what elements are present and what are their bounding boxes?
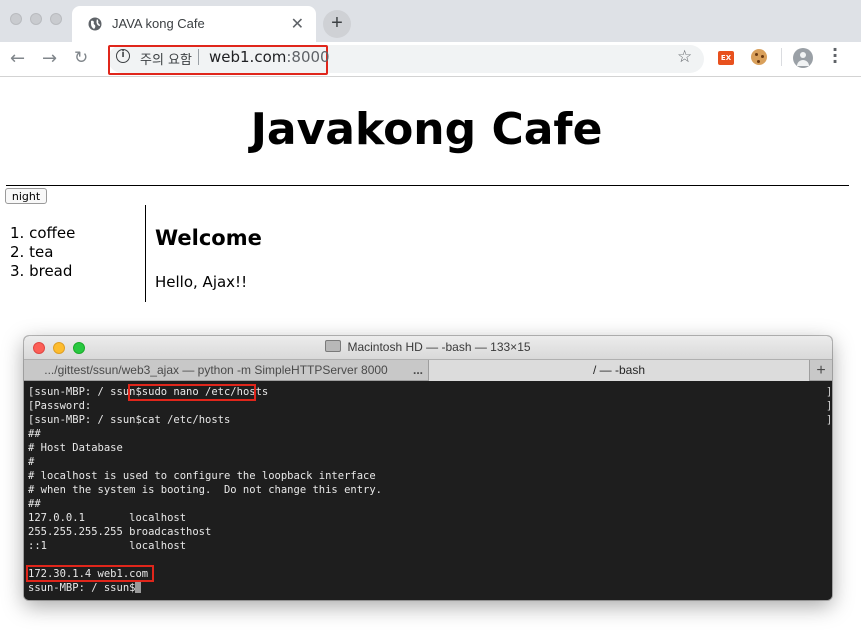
terminal-prompt: [ssun-MBP: / ssun$ — [28, 414, 142, 426]
globe-icon — [88, 17, 102, 31]
cookie-extension-icon[interactable] — [751, 49, 767, 65]
terminal-tab-bash-label: / — -bash — [592, 363, 646, 377]
terminal-add-tab-button[interactable]: + — [810, 360, 832, 381]
forward-arrow-icon[interactable]: → — [42, 48, 57, 69]
terminal-line: ::1 localhost — [28, 540, 187, 552]
reload-icon[interactable]: ↻ — [74, 48, 88, 68]
terminal-titlebar[interactable]: Macintosh HD — -bash — 133×15 — [24, 336, 832, 359]
terminal-bracket: ] — [826, 386, 832, 398]
terminal-tab-python-label: .../gittest/ssun/web3_ajax — python -m S… — [44, 363, 388, 377]
terminal-line: 127.0.0.1 localhost — [28, 512, 187, 524]
terminal-window[interactable]: Macintosh HD — -bash — 133×15 .../gittes… — [24, 336, 832, 600]
page-title: Javakong Cafe — [250, 104, 603, 155]
command-highlight-box — [128, 384, 256, 401]
content-divider — [145, 205, 146, 302]
terminal-bracket: ] — [826, 414, 832, 426]
terminal-line: [Password: — [28, 400, 92, 412]
info-icon[interactable]: i — [116, 49, 130, 63]
extension-ex-icon[interactable]: EX — [718, 51, 734, 65]
night-mode-button[interactable]: night — [5, 188, 47, 204]
hard-disk-icon — [325, 340, 342, 352]
terminal-output[interactable]: [ssun-MBP: / ssun$sudo nano /etc/hosts ]… — [24, 381, 832, 600]
menu-item-tea[interactable]: 2. tea — [10, 243, 75, 262]
tab-close-icon[interactable]: ✕ — [291, 14, 304, 33]
terminal-line: # when the system is booting. Do not cha… — [28, 484, 383, 496]
terminal-title: Macintosh HD — -bash — 133×15 — [347, 340, 531, 354]
profile-avatar-icon[interactable] — [793, 48, 813, 68]
terminal-tab-bar: .../gittest/ssun/web3_ajax — python -m S… — [24, 359, 832, 381]
terminal-command: cat /etc/hosts — [141, 414, 231, 426]
terminal-cursor — [135, 581, 142, 593]
terminal-bracket: ] — [826, 400, 832, 412]
omnibox-divider — [198, 49, 199, 65]
toolbar-divider — [781, 48, 782, 66]
article-heading: Welcome — [155, 226, 262, 250]
terminal-tab-python[interactable]: .../gittest/ssun/web3_ajax — python -m S… — [24, 360, 408, 381]
terminal-tab-overflow[interactable]: ... — [408, 360, 428, 381]
menu-item-coffee[interactable]: 1. coffee — [10, 224, 75, 243]
terminal-tab-bash[interactable]: / — -bash — [429, 360, 809, 381]
terminal-prompt: [ssun-MBP: / ssun$ — [28, 386, 142, 398]
window-minimize-button[interactable] — [30, 13, 42, 25]
terminal-line: ## — [28, 428, 41, 440]
article-body: Hello, Ajax!! — [155, 273, 248, 291]
new-tab-button[interactable]: + — [323, 10, 351, 38]
tab-title: JAVA kong Cafe — [112, 16, 205, 31]
window-zoom-button[interactable] — [50, 13, 62, 25]
kebab-menu-icon[interactable]: · · · — [830, 42, 840, 70]
terminal-line: # Host Database — [28, 442, 123, 454]
window-close-button[interactable] — [10, 13, 22, 25]
terminal-line: [ssun-MBP: / ssun$cat /etc/hosts — [28, 413, 230, 427]
browser-tab-strip: JAVA kong Cafe ✕ + — [0, 0, 861, 42]
url-text[interactable]: web1.com:8000 — [209, 48, 330, 66]
url-host: web1.com — [209, 48, 287, 66]
terminal-prompt: ssun-MBP: / ssun$ — [28, 582, 136, 594]
terminal-line: # — [28, 456, 35, 468]
back-arrow-icon[interactable]: ← — [10, 48, 25, 69]
security-warning-text[interactable]: 주의 요함 — [140, 49, 192, 68]
terminal-line: 255.255.255.255 broadcasthost — [28, 526, 212, 538]
menu-list: 1. coffee 2. tea 3. bread — [10, 224, 75, 281]
url-port: :8000 — [286, 48, 330, 66]
title-divider — [6, 185, 849, 186]
terminal-current-prompt[interactable]: ssun-MBP: / ssun$ — [28, 581, 142, 595]
bookmark-star-icon[interactable]: ☆ — [677, 47, 692, 67]
menu-item-bread[interactable]: 3. bread — [10, 262, 75, 281]
terminal-line: ## — [28, 498, 41, 510]
hosts-entry-highlight-box — [26, 565, 154, 582]
terminal-line: # localhost is used to configure the loo… — [28, 470, 376, 482]
browser-tab-active[interactable]: JAVA kong Cafe ✕ — [72, 6, 316, 42]
